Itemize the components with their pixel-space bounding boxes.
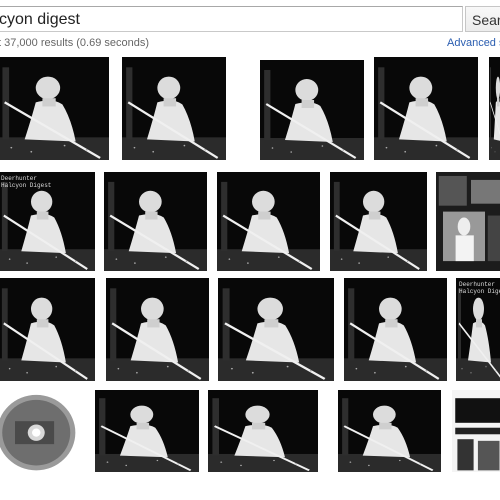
halcyon-digest-cover-icon	[218, 278, 334, 381]
halcyon-digest-cover-icon	[330, 172, 427, 271]
image-result-thumbnail[interactable]	[260, 60, 364, 160]
halcyon-digest-cover-icon	[338, 390, 441, 472]
halcyon-digest-cover-icon	[0, 57, 109, 160]
collage-photo-icon	[452, 390, 500, 472]
image-result-thumbnail[interactable]	[344, 278, 447, 381]
image-result-thumbnail[interactable]	[452, 390, 500, 472]
image-result-thumbnail[interactable]: Deerhunter Halcyon Digest	[0, 172, 95, 271]
image-result-thumbnail[interactable]	[217, 172, 320, 271]
cd-disc-icon	[0, 390, 83, 472]
image-result-thumbnail[interactable]	[208, 390, 318, 472]
halcyon-digest-cover-icon	[106, 278, 209, 381]
image-result-thumbnail[interactable]	[106, 278, 209, 381]
halcyon-digest-cover-icon	[122, 57, 226, 160]
search-input[interactable]: cyon digest	[0, 6, 463, 32]
halcyon-digest-cover-icon	[104, 172, 207, 271]
image-result-thumbnail[interactable]: Deerhunter Halcyon Digest	[456, 278, 500, 381]
thumbnail-caption: Deerhunter Halcyon Digest	[459, 281, 500, 295]
image-result-thumbnail[interactable]	[218, 278, 334, 381]
halcyon-digest-cover-icon	[95, 390, 199, 472]
image-result-thumbnail[interactable]	[0, 390, 83, 472]
image-result-thumbnail[interactable]	[0, 57, 109, 160]
result-stats: t 37,000 results (0.69 seconds)	[0, 37, 150, 49]
image-result-thumbnail[interactable]	[374, 57, 478, 160]
advanced-search-link[interactable]: Advanced sea	[447, 37, 500, 49]
image-result-thumbnail[interactable]	[122, 57, 226, 160]
image-result-thumbnail[interactable]	[330, 172, 427, 271]
halcyon-digest-cover-icon	[374, 57, 478, 160]
halcyon-digest-cover-icon	[208, 390, 318, 472]
image-result-thumbnail[interactable]	[95, 390, 199, 472]
image-result-thumbnail[interactable]	[489, 57, 500, 160]
thumbnail-caption: Deerhunter Halcyon Digest	[1, 175, 52, 189]
image-result-thumbnail[interactable]	[338, 390, 441, 472]
halcyon-digest-cover-icon	[217, 172, 320, 271]
image-result-thumbnail[interactable]	[104, 172, 207, 271]
search-button[interactable]: Search	[465, 6, 500, 32]
image-result-thumbnail[interactable]	[436, 172, 500, 271]
halcyon-digest-cover-icon	[260, 60, 364, 160]
halcyon-digest-cover-icon	[344, 278, 447, 381]
image-result-thumbnail[interactable]	[0, 278, 95, 381]
halcyon-digest-cover-icon	[489, 57, 500, 160]
halcyon-digest-cover-icon	[0, 278, 95, 381]
collage-photo-icon	[436, 172, 500, 271]
